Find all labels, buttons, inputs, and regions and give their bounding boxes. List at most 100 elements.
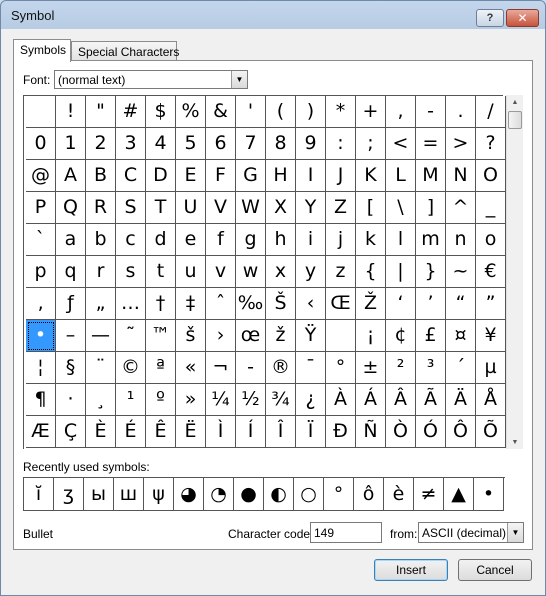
symbol-cell[interactable]: p [26, 256, 56, 288]
symbol-cell[interactable]: T [146, 192, 176, 224]
chevron-down-icon[interactable]: ▼ [231, 71, 247, 88]
symbol-cell[interactable]: Ç [56, 416, 86, 448]
symbol-cell[interactable]: ¹ [116, 384, 146, 416]
symbol-cell[interactable]: 3 [116, 128, 146, 160]
symbol-cell[interactable]: Á [356, 384, 386, 416]
symbol-cell[interactable]: X [266, 192, 296, 224]
symbol-cell[interactable]: J [326, 160, 356, 192]
symbol-cell[interactable]: © [116, 352, 146, 384]
symbol-cell[interactable]: ! [56, 96, 86, 128]
symbol-cell[interactable]: ƒ [56, 288, 86, 320]
symbol-cell[interactable]: Ò [386, 416, 416, 448]
symbol-cell[interactable]: h [266, 224, 296, 256]
symbol-cell[interactable]: F [206, 160, 236, 192]
symbol-cell[interactable]: ~ [446, 256, 476, 288]
symbol-cell[interactable]: 9 [296, 128, 326, 160]
symbol-cell[interactable]: ' [236, 96, 266, 128]
symbol-cell[interactable]: \ [386, 192, 416, 224]
symbol-cell[interactable]: / [476, 96, 506, 128]
symbol-cell[interactable]: > [446, 128, 476, 160]
symbol-cell[interactable]: ` [26, 224, 56, 256]
symbol-cell[interactable]: z [326, 256, 356, 288]
symbol-cell[interactable]: Ä [446, 384, 476, 416]
symbol-cell[interactable]: : [326, 128, 356, 160]
symbol-cell[interactable]: 6 [206, 128, 236, 160]
symbol-cell[interactable]: š [176, 320, 206, 352]
symbol-cell[interactable]: O [476, 160, 506, 192]
symbol-cell[interactable]: @ [26, 160, 56, 192]
tab-special-characters[interactable]: Special Characters [71, 41, 179, 61]
symbol-cell[interactable]: ¾ [266, 384, 296, 416]
recent-symbol-cell[interactable]: ψ [144, 478, 174, 511]
symbol-cell[interactable]: ® [266, 352, 296, 384]
symbol-cell[interactable]: . [446, 96, 476, 128]
symbol-cell[interactable]: Q [56, 192, 86, 224]
recent-symbol-cell[interactable]: ○ [294, 478, 324, 511]
symbol-cell[interactable]: ‡ [176, 288, 206, 320]
symbol-cell[interactable]: Œ [326, 288, 356, 320]
symbol-cell[interactable]: j [326, 224, 356, 256]
symbol-cell[interactable]: v [206, 256, 236, 288]
symbol-cell[interactable]: _ [476, 192, 506, 224]
symbol-cell[interactable]: { [356, 256, 386, 288]
symbol-cell[interactable]: ‘ [386, 288, 416, 320]
symbol-cell[interactable]: · [56, 384, 86, 416]
symbol-cell[interactable]: H [266, 160, 296, 192]
symbol-cell[interactable]: k [356, 224, 386, 256]
symbol-cell[interactable]: [ [356, 192, 386, 224]
symbol-cell[interactable]: 7 [236, 128, 266, 160]
symbol-cell[interactable]: 0 [26, 128, 56, 160]
symbol-cell[interactable]: % [176, 96, 206, 128]
symbol-cell[interactable]: Ã [416, 384, 446, 416]
symbol-cell[interactable]: Å [476, 384, 506, 416]
symbol-cell[interactable]: 2 [86, 128, 116, 160]
symbol-cell[interactable]: Æ [26, 416, 56, 448]
help-button[interactable]: ? [476, 9, 504, 27]
symbol-cell[interactable]: < [386, 128, 416, 160]
symbol-cell[interactable]: e [176, 224, 206, 256]
symbol-cell[interactable]: À [326, 384, 356, 416]
symbol-cell[interactable]: Ÿ [296, 320, 326, 352]
symbol-cell[interactable]: ; [356, 128, 386, 160]
symbol-cell[interactable]: ³ [416, 352, 446, 384]
symbol-cell[interactable]: € [476, 256, 506, 288]
symbol-cell[interactable]: œ [236, 320, 266, 352]
scroll-up-icon[interactable]: ▲ [507, 95, 523, 109]
symbol-cell[interactable]: f [206, 224, 236, 256]
symbol-cell[interactable]: d [146, 224, 176, 256]
recent-symbol-cell[interactable]: ● [234, 478, 264, 511]
symbol-cell[interactable]: l [386, 224, 416, 256]
symbol-cell[interactable]: É [116, 416, 146, 448]
symbol-cell[interactable]: Š [266, 288, 296, 320]
symbol-cell[interactable]: ¸ [86, 384, 116, 416]
symbol-cell[interactable]: 8 [266, 128, 296, 160]
symbol-cell[interactable]: o [476, 224, 506, 256]
symbol-cell[interactable]: $ [146, 96, 176, 128]
symbol-cell[interactable]: ˆ [206, 288, 236, 320]
symbol-cell[interactable]: y [296, 256, 326, 288]
from-dropdown[interactable]: ASCII (decimal) ▼ [418, 522, 524, 543]
symbol-cell[interactable]: u [176, 256, 206, 288]
symbol-cell[interactable]: q [56, 256, 86, 288]
symbol-cell[interactable]: ¤ [446, 320, 476, 352]
chevron-down-icon[interactable]: ▼ [507, 523, 523, 542]
symbol-cell[interactable]: } [416, 256, 446, 288]
symbol-cell[interactable]: = [416, 128, 446, 160]
recent-symbol-cell[interactable]: ĭ [24, 478, 54, 511]
symbol-cell[interactable]: , [386, 96, 416, 128]
symbol-cell[interactable]: K [356, 160, 386, 192]
recent-symbol-cell[interactable]: è [384, 478, 414, 511]
recent-symbol-cell[interactable]: ʒ [54, 478, 84, 511]
recent-symbol-cell[interactable]: ▲ [444, 478, 474, 511]
symbol-cell[interactable]: § [56, 352, 86, 384]
symbol-cell[interactable]: ’ [416, 288, 446, 320]
symbol-cell[interactable]: ^ [446, 192, 476, 224]
font-dropdown[interactable]: (normal text) ▼ [54, 70, 248, 89]
symbol-cell[interactable]: … [116, 288, 146, 320]
symbol-cell[interactable]: | [386, 256, 416, 288]
symbol-cell[interactable]: ¿ [296, 384, 326, 416]
symbol-cell[interactable]: ° [326, 352, 356, 384]
symbol-cell[interactable]: ´ [446, 352, 476, 384]
symbol-cell[interactable]: “ [446, 288, 476, 320]
symbol-cell[interactable]: ” [476, 288, 506, 320]
